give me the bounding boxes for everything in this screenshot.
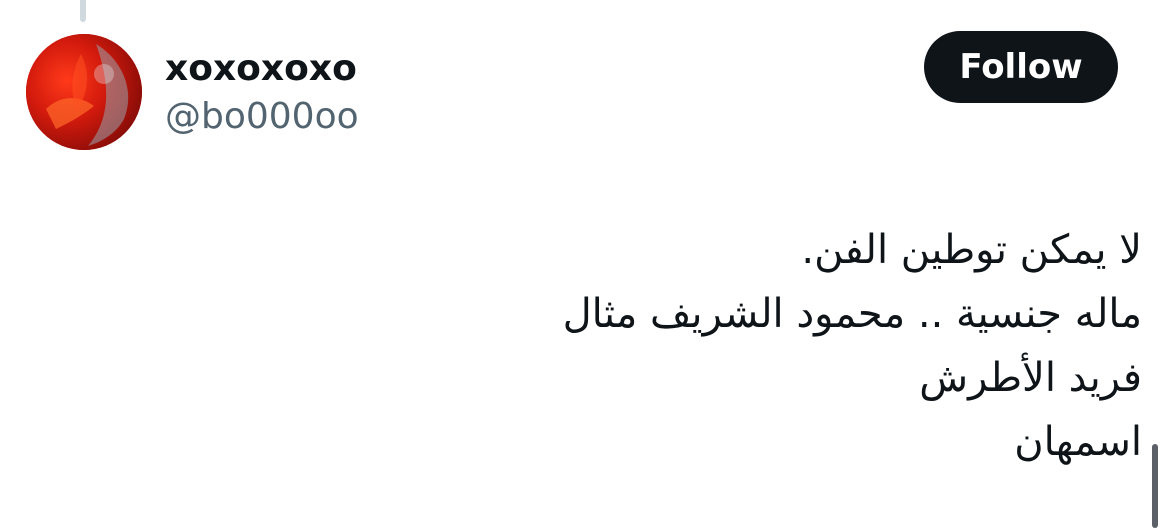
- thread-connector-line: [80, 0, 86, 22]
- tweet-text-line: ماله جنسية .. محمود الشريف مثال: [562, 291, 1142, 337]
- tweet-text-line: لا يمكن توطين الفن.: [801, 227, 1142, 273]
- avatar[interactable]: [26, 34, 142, 150]
- user-handle[interactable]: @bo000oo: [165, 96, 359, 138]
- tweet-text: لا يمكن توطين الفن. ماله جنسية .. محمود …: [382, 218, 1142, 474]
- tweet-text-line: فريد الأطرش: [919, 355, 1142, 401]
- follow-button[interactable]: Follow: [924, 31, 1118, 103]
- scrollbar-thumb[interactable]: [1152, 444, 1158, 528]
- avatar-image: [26, 34, 142, 150]
- tweet-text-line: اسمهان: [1014, 419, 1142, 465]
- display-name[interactable]: xoxoxoxo: [165, 49, 357, 89]
